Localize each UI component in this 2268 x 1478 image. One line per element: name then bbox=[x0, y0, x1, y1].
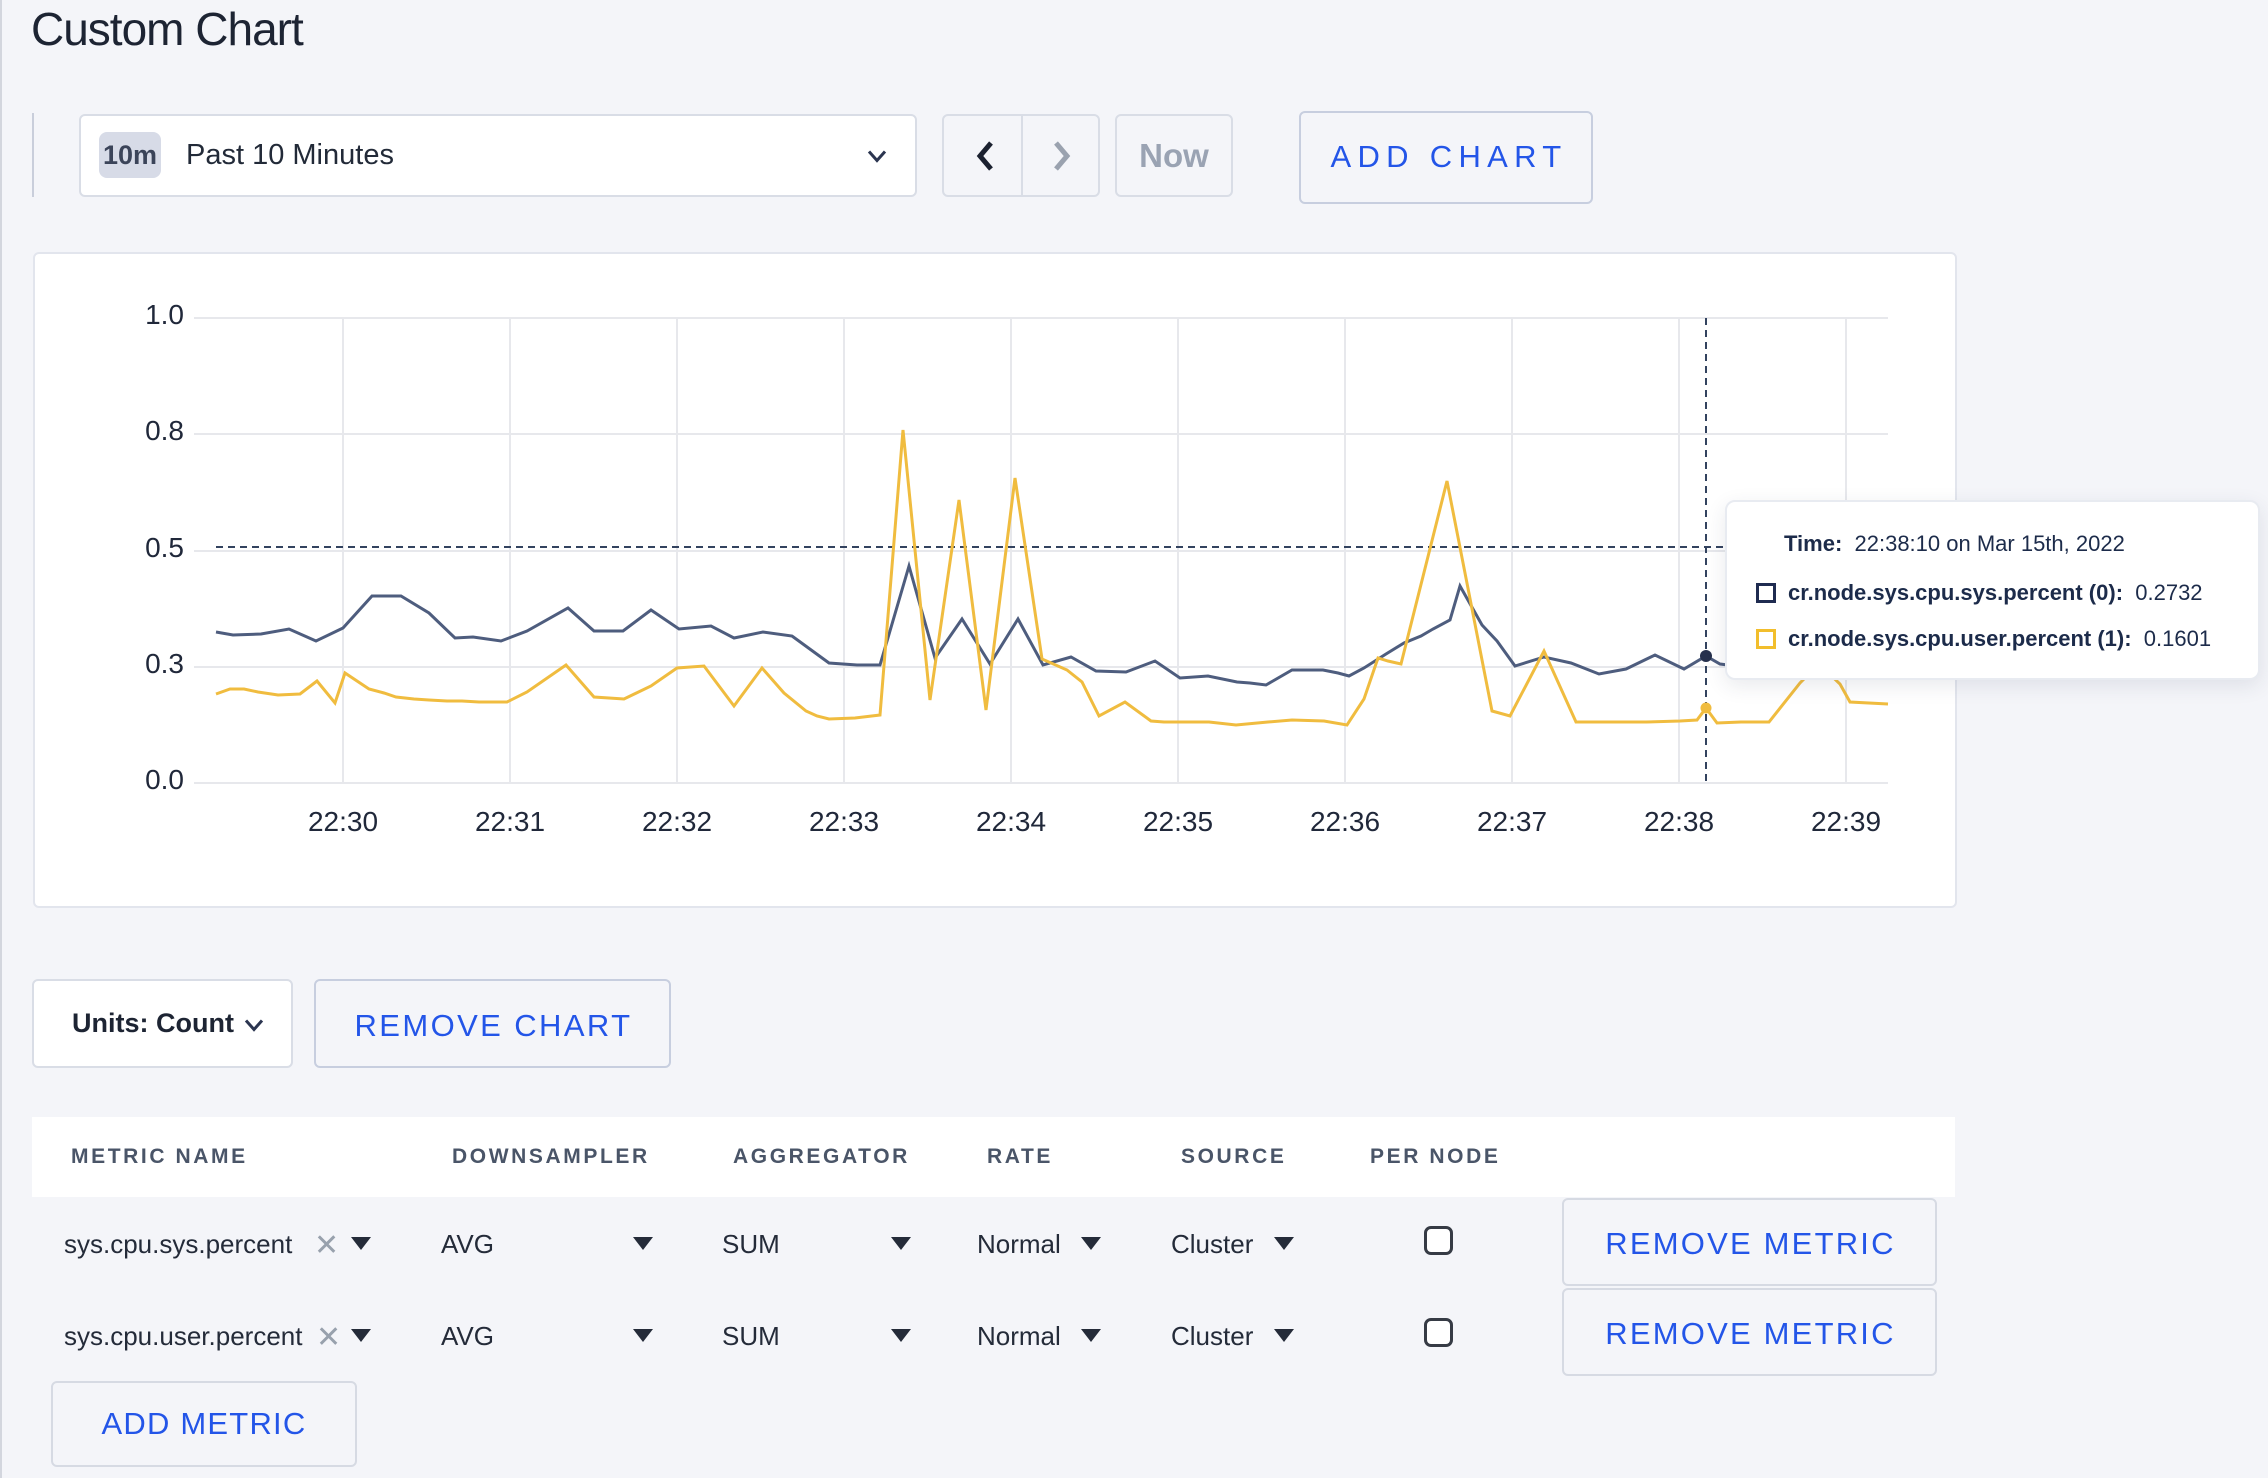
svg-text:22:33: 22:33 bbox=[809, 806, 879, 837]
svg-text:0.8: 0.8 bbox=[145, 415, 184, 446]
svg-text:0.0: 0.0 bbox=[145, 764, 184, 795]
svg-text:22:36: 22:36 bbox=[1310, 806, 1380, 837]
svg-text:22:37: 22:37 bbox=[1477, 806, 1547, 837]
svg-text:0.3: 0.3 bbox=[145, 648, 184, 679]
svg-text:22:38: 22:38 bbox=[1644, 806, 1714, 837]
svg-text:22:31: 22:31 bbox=[475, 806, 545, 837]
svg-text:22:34: 22:34 bbox=[976, 806, 1046, 837]
svg-text:22:30: 22:30 bbox=[308, 806, 378, 837]
svg-text:1.0: 1.0 bbox=[145, 299, 184, 330]
svg-text:0.5: 0.5 bbox=[145, 532, 184, 563]
svg-text:22:32: 22:32 bbox=[642, 806, 712, 837]
svg-text:22:35: 22:35 bbox=[1143, 806, 1213, 837]
svg-text:22:39: 22:39 bbox=[1811, 806, 1881, 837]
